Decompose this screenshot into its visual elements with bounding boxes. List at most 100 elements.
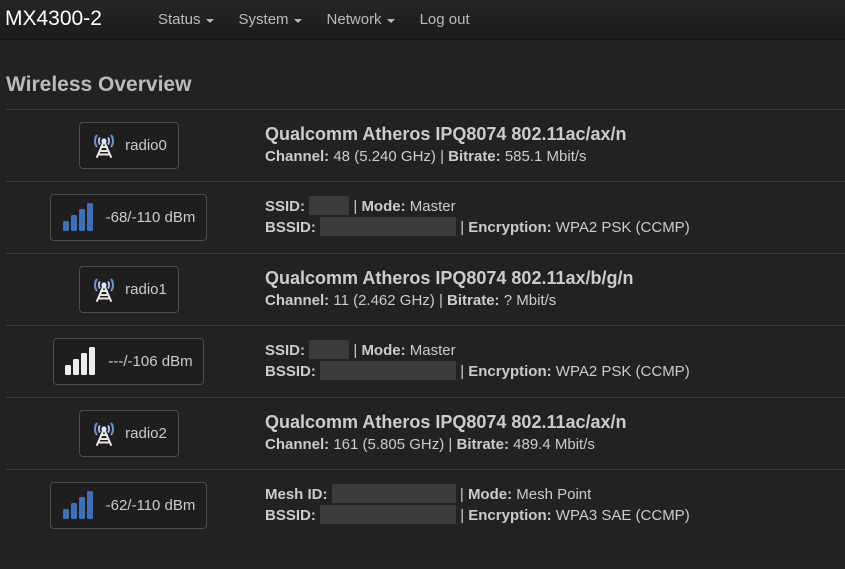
radio-badge[interactable]: radio0	[79, 122, 179, 169]
top-navbar: MX4300-2 Status System Network Log out	[0, 0, 845, 40]
menu-logout-label: Log out	[419, 11, 470, 28]
mode-value: Mesh Point	[516, 486, 592, 503]
network-row-radio1: ---/-106 dBm SSID: | Mode: Master BSSID:…	[6, 326, 845, 398]
signal-bars-icon	[62, 488, 96, 524]
menu-status[interactable]: Status	[158, 11, 214, 28]
mode-value: Master	[409, 198, 456, 215]
signal-bar	[81, 352, 88, 375]
radio-name: radio2	[125, 425, 167, 442]
channel-value: 11 (2.462 GHz)	[333, 292, 435, 309]
bitrate-label: Bitrate:	[456, 436, 509, 453]
radio-device-info: Qualcomm Atheros IPQ8074 802.11ac/ax/n C…	[265, 410, 627, 455]
main-menu: Status System Network Log out	[158, 11, 495, 28]
channel-label: Channel:	[265, 436, 330, 453]
separator: |	[448, 436, 453, 453]
ssid-redacted	[309, 196, 350, 215]
device-name: Qualcomm Atheros IPQ8074 802.11ac/ax/n	[265, 124, 627, 144]
radio-row-radio2: radio2 Qualcomm Atheros IPQ8074 802.11ac…	[6, 398, 845, 470]
signal-bar	[70, 214, 77, 231]
encryption-label: Encryption:	[468, 507, 552, 524]
mesh-id-label: Mesh ID:	[265, 486, 328, 503]
encryption-value: WPA2 PSK (CCMP)	[555, 219, 690, 236]
channel-label: Channel:	[265, 148, 330, 165]
network-row-radio2: -62/-110 dBm Mesh ID: | Mode: Mesh Point…	[6, 470, 845, 542]
channel-value: 48 (5.240 GHz)	[333, 148, 436, 165]
menu-system-label: System	[238, 11, 289, 28]
encryption-value: WPA3 SAE (CCMP)	[555, 507, 690, 524]
signal-badge[interactable]: ---/-106 dBm	[53, 338, 204, 385]
signal-bars-icon	[64, 344, 98, 380]
radio-name: radio0	[125, 137, 167, 154]
wifi-antenna-icon	[91, 417, 117, 451]
menu-status-label: Status	[158, 11, 201, 28]
bitrate-label: Bitrate:	[447, 292, 500, 309]
chevron-down-icon	[205, 18, 214, 23]
wifi-antenna-icon	[91, 273, 117, 307]
bssid-redacted	[320, 505, 457, 524]
wireless-overview-table: radio0 Qualcomm Atheros IPQ8074 802.11ac…	[6, 109, 845, 542]
separator: |	[438, 292, 443, 309]
chevron-down-icon	[293, 18, 302, 23]
encryption-value: WPA2 PSK (CCMP)	[555, 363, 690, 380]
signal-bars-icon	[62, 200, 96, 236]
bitrate-value: 489.4 Mbit/s	[513, 436, 595, 453]
signal-bar	[86, 490, 93, 519]
network-info: SSID: | Mode: Master BSSID: | Encryption…	[265, 196, 690, 238]
bitrate-value: ? Mbit/s	[503, 292, 557, 309]
bssid-label: BSSID:	[265, 507, 316, 524]
bssid-label: BSSID:	[265, 219, 316, 236]
bitrate-value: 585.1 Mbit/s	[504, 148, 587, 165]
device-name: Qualcomm Atheros IPQ8074 802.11ax/b/g/n	[265, 268, 634, 288]
menu-system[interactable]: System	[239, 11, 302, 28]
signal-bar	[89, 346, 96, 375]
separator: |	[353, 342, 358, 359]
signal-bar	[73, 358, 80, 375]
bssid-redacted	[320, 217, 457, 236]
separator: |	[460, 363, 465, 380]
radio-name: radio1	[125, 281, 167, 298]
channel-label: Channel:	[265, 292, 330, 309]
encryption-label: Encryption:	[468, 363, 552, 380]
encryption-label: Encryption:	[468, 219, 552, 236]
ssid-redacted	[309, 340, 350, 359]
network-info: SSID: | Mode: Master BSSID: | Encryption…	[265, 340, 690, 382]
signal-bar	[62, 508, 69, 519]
mesh-id-redacted	[331, 484, 456, 503]
signal-bar	[78, 208, 85, 231]
radio-row-radio0: radio0 Qualcomm Atheros IPQ8074 802.11ac…	[6, 110, 845, 182]
menu-logout[interactable]: Log out	[420, 11, 470, 28]
radio-device-info: Qualcomm Atheros IPQ8074 802.11ac/ax/n C…	[265, 122, 627, 167]
page-title: Wireless Overview	[6, 73, 192, 96]
mode-label: Mode:	[361, 198, 406, 215]
wifi-antenna-icon	[91, 129, 117, 163]
bssid-redacted	[320, 361, 457, 380]
separator: |	[353, 198, 358, 215]
radio-badge[interactable]: radio1	[79, 266, 179, 313]
radio-device-info: Qualcomm Atheros IPQ8074 802.11ax/b/g/n …	[265, 266, 634, 311]
chevron-down-icon	[386, 18, 395, 23]
signal-value: ---/-106 dBm	[108, 353, 193, 370]
radio-row-radio1: radio1 Qualcomm Atheros IPQ8074 802.11ax…	[6, 254, 845, 326]
signal-value: -68/-110 dBm	[105, 209, 196, 226]
channel-value: 161 (5.805 GHz)	[333, 436, 445, 453]
separator: |	[460, 507, 465, 524]
menu-network[interactable]: Network	[327, 11, 395, 28]
ssid-label: SSID:	[265, 342, 306, 359]
brand-title[interactable]: MX4300-2	[5, 7, 102, 31]
signal-badge[interactable]: -68/-110 dBm	[50, 194, 207, 241]
mode-label: Mode:	[361, 342, 406, 359]
signal-bar	[62, 220, 69, 231]
mode-value: Master	[409, 342, 456, 359]
menu-network-label: Network	[326, 11, 382, 28]
separator: |	[459, 486, 464, 503]
bitrate-label: Bitrate:	[448, 148, 501, 165]
separator: |	[440, 148, 444, 165]
signal-value: -62/-110 dBm	[105, 497, 196, 514]
network-row-radio0: -68/-110 dBm SSID: | Mode: Master BSSID:…	[6, 182, 845, 254]
device-name: Qualcomm Atheros IPQ8074 802.11ac/ax/n	[265, 412, 627, 432]
network-info: Mesh ID: | Mode: Mesh Point BSSID: | Enc…	[265, 484, 690, 526]
signal-badge[interactable]: -62/-110 dBm	[50, 482, 207, 529]
radio-badge[interactable]: radio2	[79, 410, 179, 457]
ssid-label: SSID:	[265, 198, 306, 215]
signal-bar	[70, 502, 77, 519]
